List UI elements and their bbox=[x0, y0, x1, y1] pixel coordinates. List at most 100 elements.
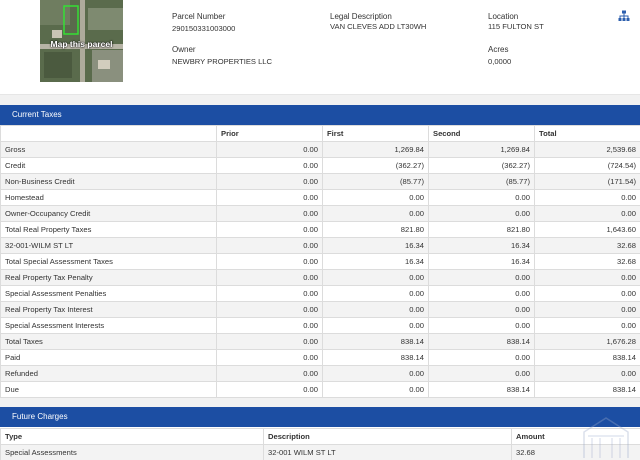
col-header-description: Description bbox=[263, 428, 512, 445]
section-gap bbox=[0, 95, 640, 105]
table-cell: 0.00 bbox=[216, 221, 323, 238]
acres-value: 0,0000 bbox=[488, 57, 512, 66]
table-cell: 0.00 bbox=[428, 349, 535, 366]
table-cell: 0.00 bbox=[216, 381, 323, 398]
table-row: Gross 0.00 1,269.84 1,269.84 2,539.68 bbox=[0, 141, 640, 158]
row-label: Gross bbox=[0, 141, 217, 158]
row-label: Special Assessment Penalties bbox=[0, 285, 217, 302]
parcel-header: Map this parcel Parcel Number 2901503310… bbox=[0, 0, 640, 95]
table-cell: (171.54) bbox=[534, 173, 640, 190]
table-row: Special Assessment Interests 0.00 0.00 0.00… bbox=[0, 317, 640, 334]
table-cell: 0.00 bbox=[216, 189, 323, 206]
table-row: Total Taxes 0.00 838.14 838.14 1,676.28 bbox=[0, 333, 640, 350]
table-cell: 0.00 bbox=[216, 173, 323, 190]
table-row: Real Property Tax Interest 0.00 0.00 0.00 0.… bbox=[0, 301, 640, 318]
row-label: Paid bbox=[0, 349, 217, 366]
row-label: Total Taxes bbox=[0, 333, 217, 350]
table-cell: 838.14 bbox=[428, 381, 535, 398]
table-cell: 0.00 bbox=[428, 301, 535, 318]
table-cell: 0.00 bbox=[216, 157, 323, 174]
table-cell: 0.00 bbox=[534, 189, 640, 206]
col-header-prior: Prior bbox=[216, 125, 323, 142]
table-row: Special Assessments 32-001 WILM ST LT 32.6… bbox=[0, 444, 640, 460]
future-charges-header: Future Charges bbox=[0, 407, 640, 427]
table-cell: Special Assessments bbox=[0, 444, 264, 460]
location-value: 115 FULTON ST bbox=[488, 22, 544, 31]
row-label: 32-001-WILM ST LT bbox=[0, 237, 217, 254]
table-cell: 32.68 bbox=[534, 237, 640, 254]
table-row: Real Property Tax Penalty 0.00 0.00 0.00 0.0… bbox=[0, 269, 640, 286]
section-gap bbox=[0, 398, 640, 407]
table-cell: 0.00 bbox=[216, 269, 323, 286]
col-header-second: Second bbox=[428, 125, 535, 142]
location-field: Location 115 FULTON ST bbox=[488, 12, 544, 32]
row-label: Real Property Tax Penalty bbox=[0, 269, 217, 286]
table-row: Special Assessment Penalties 0.00 0.00 0.00… bbox=[0, 285, 640, 302]
row-label: Real Property Tax Interest bbox=[0, 301, 217, 318]
map-this-parcel-label: Map this parcel bbox=[50, 39, 113, 49]
row-label: Total Special Assessment Taxes bbox=[0, 253, 217, 270]
table-cell: 16.34 bbox=[428, 253, 535, 270]
parcel-number-value: 290150331003000 bbox=[172, 24, 236, 33]
table-cell: 0.00 bbox=[322, 269, 429, 286]
row-label: Owner-Occupancy Credit bbox=[0, 205, 217, 222]
table-cell: 838.14 bbox=[322, 349, 429, 366]
current-taxes-table: Prior First Second Total Gross 0.00 1,269.… bbox=[0, 125, 640, 398]
table-cell: 0.00 bbox=[216, 237, 323, 254]
table-cell: 0.00 bbox=[216, 333, 323, 350]
acres-field: Acres 0,0000 bbox=[488, 45, 511, 67]
table-row: 32-001-WILM ST LT 0.00 16.34 16.34 32.68 bbox=[0, 237, 640, 254]
table-cell: 0.00 bbox=[322, 205, 429, 222]
table-cell: 16.34 bbox=[322, 237, 429, 254]
table-cell: 0.00 bbox=[322, 189, 429, 206]
sitemap-icon[interactable] bbox=[618, 10, 630, 22]
table-cell: 0.00 bbox=[216, 301, 323, 318]
table-cell: 0.00 bbox=[534, 285, 640, 302]
building-watermark-icon bbox=[583, 417, 629, 458]
table-cell: 0.00 bbox=[534, 365, 640, 382]
future-charges-table: Type Description Amount Special Assessme… bbox=[0, 428, 640, 460]
table-row: Due 0.00 0.00 838.14 838.14 bbox=[0, 381, 640, 398]
table-row: Total Real Property Taxes 0.00 821.80 821.8… bbox=[0, 221, 640, 238]
col-header-total: Total bbox=[534, 125, 640, 142]
table-row: Homestead 0.00 0.00 0.00 0.00 bbox=[0, 189, 640, 206]
table-cell: (724.54) bbox=[534, 157, 640, 174]
row-label: Total Real Property Taxes bbox=[0, 221, 217, 238]
table-cell: 1,269.84 bbox=[428, 141, 535, 158]
table-cell: (362.27) bbox=[428, 157, 535, 174]
table-cell: 16.34 bbox=[428, 237, 535, 254]
table-cell: 32.68 bbox=[534, 253, 640, 270]
table-row: Refunded 0.00 0.00 0.00 0.00 bbox=[0, 365, 640, 382]
table-cell: 838.14 bbox=[428, 333, 535, 350]
row-label: Special Assessment Interests bbox=[0, 317, 217, 334]
table-row: Owner-Occupancy Credit 0.00 0.00 0.00 0.00 bbox=[0, 205, 640, 222]
row-label: Credit bbox=[0, 157, 217, 174]
table-cell: 0.00 bbox=[216, 141, 323, 158]
table-cell: 0.00 bbox=[322, 381, 429, 398]
table-cell: 821.80 bbox=[428, 221, 535, 238]
table-cell: 1,643.60 bbox=[534, 221, 640, 238]
location-label: Location bbox=[488, 12, 519, 21]
table-cell: 838.14 bbox=[322, 333, 429, 350]
table-cell: (85.77) bbox=[428, 173, 535, 190]
table-cell: 0.00 bbox=[322, 317, 429, 334]
table-cell: 838.14 bbox=[534, 349, 640, 366]
future-charges-header-row: Type Description Amount bbox=[0, 428, 640, 445]
table-cell: (362.27) bbox=[322, 157, 429, 174]
legal-description-field: Legal Description VAN CLEVES ADD LT30WH bbox=[330, 12, 426, 32]
parcel-number-field: Parcel Number 290150331003000 bbox=[172, 12, 235, 34]
table-cell: 0.00 bbox=[534, 205, 640, 222]
table-cell: 0.00 bbox=[534, 317, 640, 334]
map-this-parcel-button[interactable]: Map this parcel bbox=[40, 0, 123, 82]
row-label: Non-Business Credit bbox=[0, 173, 217, 190]
table-row: Total Special Assessment Taxes 0.00 16.34 1… bbox=[0, 253, 640, 270]
row-label: Refunded bbox=[0, 365, 217, 382]
table-cell: 0.00 bbox=[534, 269, 640, 286]
table-cell: 821.80 bbox=[322, 221, 429, 238]
current-taxes-header: Current Taxes bbox=[0, 105, 640, 125]
legal-description-label: Legal Description bbox=[330, 12, 392, 21]
table-cell: 0.00 bbox=[216, 205, 323, 222]
table-cell: 1,676.28 bbox=[534, 333, 640, 350]
current-taxes-header-row: Prior First Second Total bbox=[0, 125, 640, 142]
table-cell: 32-001 WILM ST LT bbox=[263, 444, 512, 460]
